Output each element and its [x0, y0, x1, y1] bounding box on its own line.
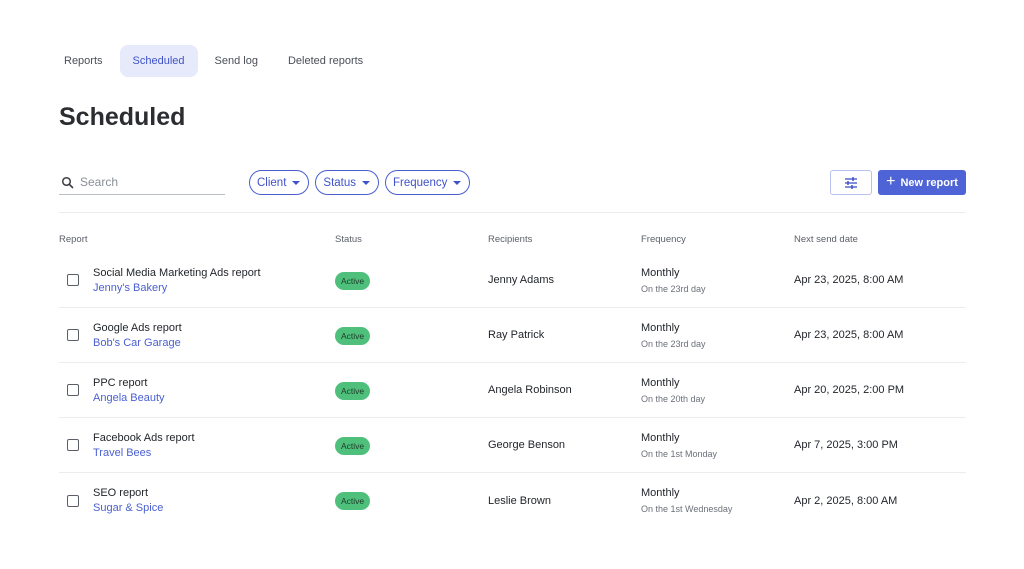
status-cell: Active [335, 491, 488, 510]
status-badge: Active [335, 271, 371, 290]
search-input[interactable] [80, 175, 220, 189]
frequency-cell: Monthly On the 1st Wednesday [641, 487, 794, 514]
frequency-detail: On the 1st Monday [641, 448, 718, 459]
report-cell: SEO report Sugar & Spice [59, 487, 335, 514]
status-cell: Active [335, 271, 488, 290]
report-cell: Facebook Ads report Travel Bees [59, 432, 335, 459]
frequency-detail: On the 23rd day [641, 283, 706, 294]
client-link[interactable]: Jenny's Bakery [93, 282, 261, 294]
tab-send-log[interactable]: Send log [202, 45, 271, 77]
column-settings-button[interactable] [830, 170, 872, 195]
next-send-cell: Apr 23, 2025, 8:00 AM [794, 329, 904, 341]
frequency-value: Monthly [641, 266, 680, 279]
header-status: Status [335, 234, 362, 245]
plus-icon: + [886, 173, 896, 190]
report-name[interactable]: Google Ads report [93, 322, 182, 334]
divider [59, 212, 966, 213]
client-link[interactable]: Angela Beauty [93, 392, 165, 404]
status-cell: Active [335, 381, 488, 400]
status-cell: Active [335, 436, 488, 455]
status-badge: Active [335, 326, 371, 345]
client-link[interactable]: Travel Bees [93, 447, 195, 459]
row-checkbox[interactable] [67, 274, 79, 286]
status-badge: Active [335, 492, 371, 510]
recipient-cell: George Benson [488, 439, 566, 451]
tab-label: Reports [64, 55, 103, 67]
next-send-cell: Apr 20, 2025, 2:00 PM [794, 384, 905, 396]
frequency-value: Monthly [641, 376, 680, 389]
search-icon [61, 176, 74, 188]
tab-deleted-reports[interactable]: Deleted reports [275, 45, 376, 77]
filter-bar: Client Status Frequency [249, 170, 471, 195]
tab-label: Scheduled [132, 55, 185, 67]
tab-scheduled[interactable]: Scheduled [119, 45, 198, 77]
row-checkbox[interactable] [67, 384, 79, 396]
tab-bar: Reports Scheduled Send log Deleted repor… [51, 45, 376, 77]
client-link[interactable]: Sugar & Spice [93, 502, 163, 514]
client-filter[interactable]: Client [249, 170, 310, 195]
table-row[interactable]: Facebook Ads report Travel Bees Active G… [59, 418, 966, 473]
tab-label: Send log [214, 55, 258, 67]
row-checkbox[interactable] [67, 329, 79, 341]
next-send-cell: Apr 23, 2025, 8:00 AM [794, 274, 904, 286]
tab-label: Deleted reports [287, 55, 364, 67]
table-header: Report Status Recipients Frequency Next … [59, 226, 966, 253]
tab-reports[interactable]: Reports [51, 45, 116, 77]
report-name[interactable]: PPC report [93, 377, 165, 389]
frequency-detail: On the 20th day [641, 393, 706, 404]
status-badge: Active [335, 436, 371, 455]
report-cell: Google Ads report Bob's Car Garage [59, 322, 335, 349]
report-name[interactable]: Facebook Ads report [93, 432, 195, 444]
new-report-label: New report [900, 176, 958, 189]
report-name[interactable]: SEO report [93, 487, 163, 499]
frequency-filter[interactable]: Frequency [385, 170, 471, 195]
row-checkbox[interactable] [67, 494, 79, 507]
header-recipients: Recipients [488, 234, 533, 245]
page-title: Scheduled [59, 103, 186, 131]
row-checkbox[interactable] [67, 439, 79, 451]
search-box [59, 170, 225, 195]
header-frequency: Frequency [641, 234, 686, 245]
frequency-filter-label: Frequency [393, 176, 448, 189]
frequency-value: Monthly [641, 487, 680, 499]
table-row[interactable]: Google Ads report Bob's Car Garage Activ… [59, 308, 966, 363]
status-filter-label: Status [323, 176, 357, 189]
status-filter[interactable]: Status [315, 170, 380, 195]
frequency-cell: Monthly On the 1st Monday [641, 432, 794, 459]
frequency-cell: Monthly On the 20th day [641, 377, 794, 404]
report-cell: Social Media Marketing Ads report Jenny'… [59, 267, 335, 294]
recipient-cell: Jenny Adams [488, 274, 555, 286]
scheduled-reports-table: Report Status Recipients Frequency Next … [59, 226, 966, 528]
next-send-cell: Apr 2, 2025, 8:00 AM [794, 494, 898, 507]
caret-down-icon [362, 180, 371, 185]
client-filter-label: Client [257, 176, 287, 189]
table-row[interactable]: Social Media Marketing Ads report Jenny'… [59, 253, 966, 308]
table-row[interactable]: PPC report Angela Beauty Active Angela R… [59, 363, 966, 418]
report-name[interactable]: Social Media Marketing Ads report [93, 267, 261, 279]
report-cell: PPC report Angela Beauty [59, 377, 335, 404]
recipient-cell: Leslie Brown [488, 494, 551, 507]
sliders-icon [845, 176, 857, 189]
frequency-value: Monthly [641, 321, 680, 334]
caret-down-icon [292, 180, 301, 185]
new-report-button[interactable]: + New report [878, 170, 966, 195]
recipient-cell: Angela Robinson [488, 384, 572, 396]
frequency-detail: On the 1st Wednesday [641, 504, 733, 514]
status-cell: Active [335, 326, 488, 345]
table-row[interactable]: SEO report Sugar & Spice Active Leslie B… [59, 473, 966, 528]
frequency-cell: Monthly On the 23rd day [641, 322, 794, 349]
status-badge: Active [335, 381, 371, 400]
caret-down-icon [453, 180, 462, 185]
frequency-detail: On the 23rd day [641, 338, 706, 349]
frequency-value: Monthly [641, 431, 680, 444]
header-report: Report [59, 234, 88, 245]
next-send-cell: Apr 7, 2025, 3:00 PM [794, 439, 898, 451]
frequency-cell: Monthly On the 23rd day [641, 267, 794, 294]
client-link[interactable]: Bob's Car Garage [93, 337, 182, 349]
recipient-cell: Ray Patrick [488, 329, 545, 341]
header-next-send-date: Next send date [794, 234, 858, 245]
